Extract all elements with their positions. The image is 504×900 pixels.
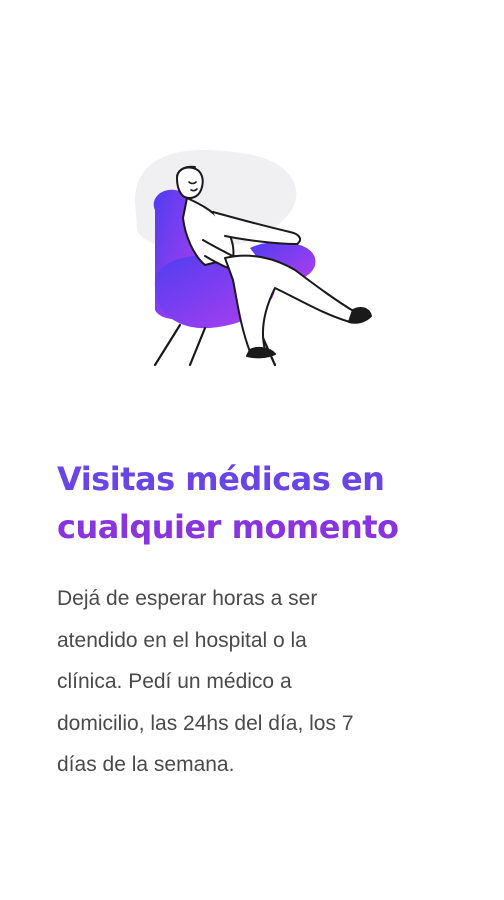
title-line-1: Visitas médicas en (57, 460, 385, 498)
description-line-4: domicilio, las 24hs del día, los 7 (57, 711, 354, 735)
description-line-3: clínica. Pedí un médico a (57, 670, 292, 693)
description-line-1: Dejá de esperar horas a ser (57, 587, 318, 610)
onboarding-description: Dejá de esperar horas a ser atendido en … (57, 578, 457, 786)
person-relaxing-in-armchair-icon (125, 140, 385, 380)
description-line-2: atendido en el hospital o la (57, 628, 307, 652)
onboarding-title: Visitas médicas en cualquier momento (57, 455, 477, 551)
description-line-5: días de la semana. (57, 753, 235, 776)
title-line-2: cualquier momento (57, 508, 399, 546)
